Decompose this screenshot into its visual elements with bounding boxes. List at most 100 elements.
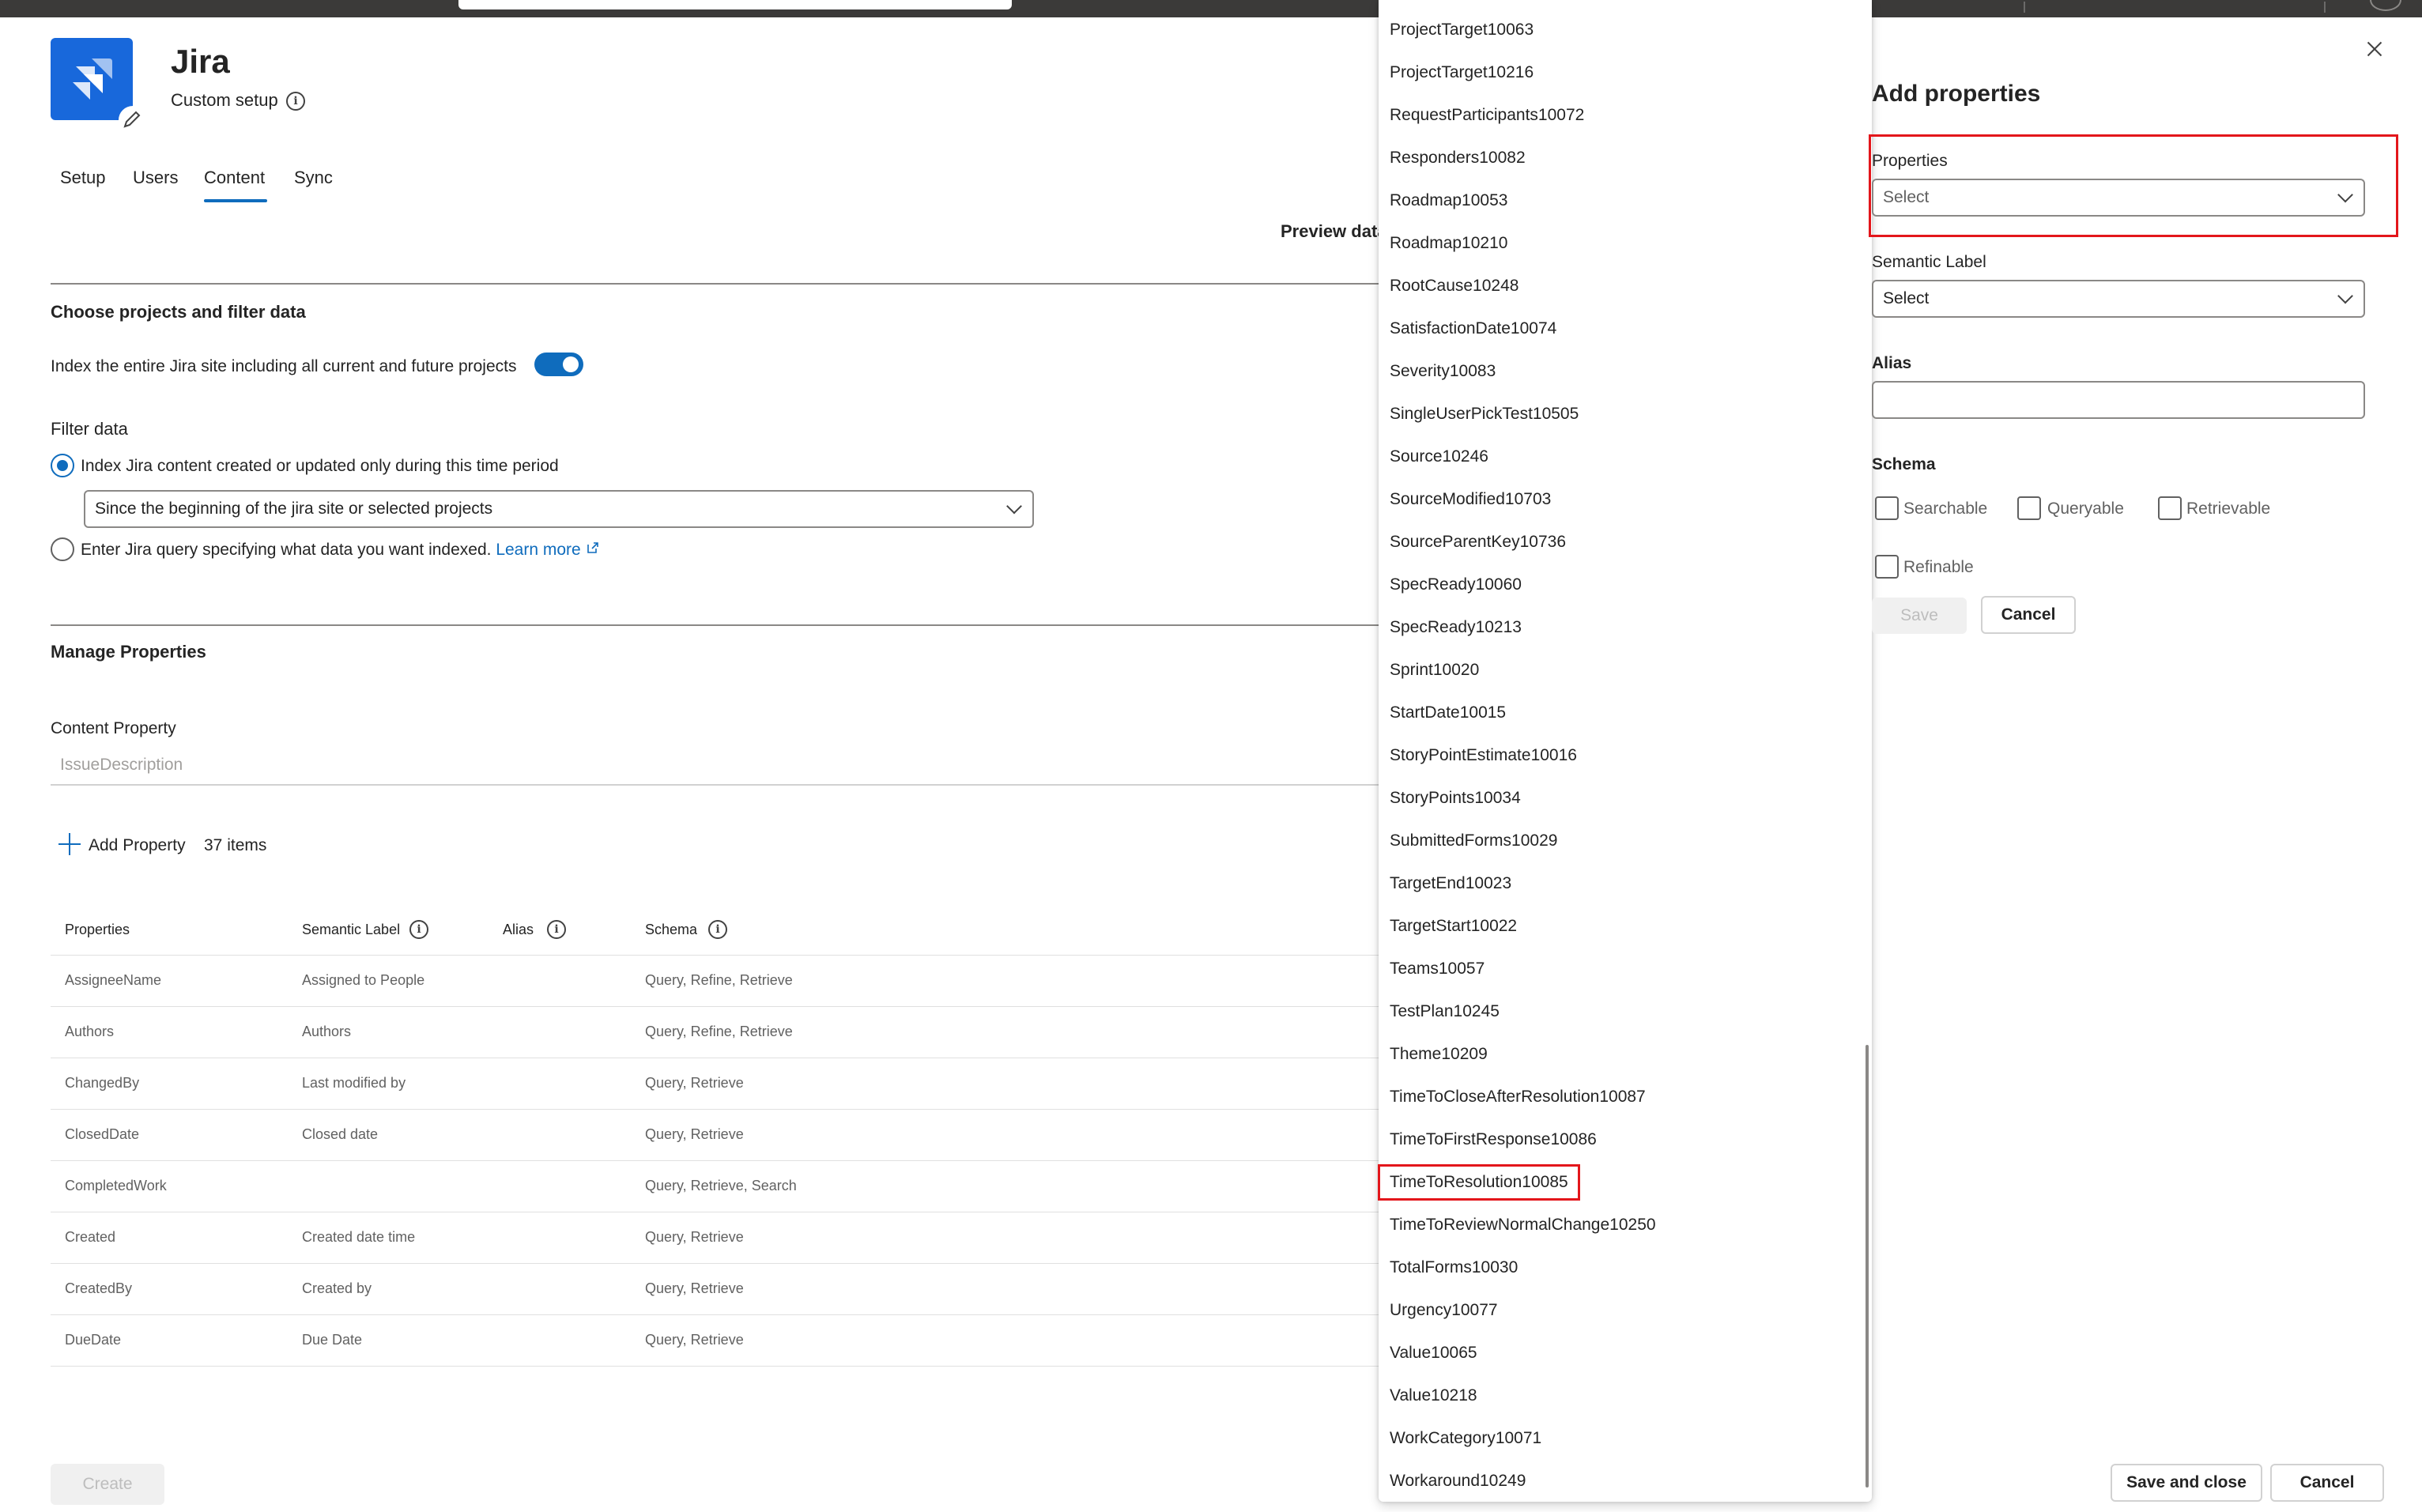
time-period-select[interactable]: Since the beginning of the jira site or … [84,490,1034,528]
dropdown-option[interactable]: SatisfactionDate10074 [1390,319,1556,338]
dropdown-option[interactable]: Roadmap10210 [1390,234,1507,253]
dropdown-option[interactable]: ProjectTarget10216 [1390,63,1534,82]
dropdown-option[interactable]: SpecReady10213 [1390,618,1522,637]
add-property-button[interactable]: Add Property [89,836,186,855]
row-schema: Query, Retrieve [645,1280,744,1296]
row-schema: Query, Retrieve [645,1126,744,1142]
radio-jira-query[interactable] [51,537,74,561]
content-property-label: Content Property [51,719,176,737]
dropdown-option[interactable]: RootCause10248 [1390,277,1518,296]
dropdown-option[interactable]: TimeToResolution10085 [1378,1164,1580,1201]
properties-dropdown-list[interactable]: ProjectTarget10063 ProjectTarget10216 Requ… [1378,0,1872,1502]
searchable-checkbox[interactable] [1875,496,1899,520]
table-header-divider [51,955,1379,956]
alias-input[interactable] [1872,381,2365,419]
app-subtitle: Custom setup [171,90,278,110]
row-property: Authors [65,1024,115,1039]
row-schema: Query, Retrieve, Search [645,1178,797,1193]
create-button[interactable]: Create [51,1464,164,1505]
radio-time-period[interactable] [51,454,74,477]
column-header-schema[interactable]: Schema [645,922,697,938]
cancel-button[interactable]: Cancel [1981,596,2076,634]
dropdown-option[interactable]: Severity10083 [1390,362,1496,381]
semantic-label-select-value: Select [1883,289,1930,307]
column-header-alias[interactable]: Alias [503,922,534,938]
dropdown-option[interactable]: Value10065 [1390,1344,1477,1363]
close-icon[interactable] [2364,38,2386,60]
save-and-close-button[interactable]: Save and close [2111,1464,2262,1502]
preview-data-button[interactable]: Preview data [1281,221,1387,242]
time-period-select-value: Since the beginning of the jira site or … [95,500,493,518]
alias-label: Alias [1872,354,1912,372]
dropdown-option[interactable]: TimeToReviewNormalChange10250 [1390,1216,1656,1235]
avatar[interactable] [2370,0,2401,11]
index-entire-toggle[interactable] [534,353,583,376]
row-property: Created [65,1229,116,1245]
dropdown-option[interactable]: TimeToFirstResponse10086 [1390,1130,1597,1149]
queryable-checkbox[interactable] [2017,496,2041,520]
dropdown-option[interactable]: SingleUserPickTest10505 [1390,405,1579,424]
global-search-box[interactable] [458,0,1012,9]
footer-cancel-button[interactable]: Cancel [2270,1464,2384,1502]
tab-content[interactable]: Content [204,168,265,188]
table-row-divider [51,1314,1379,1315]
tab-sync[interactable]: Sync [294,168,333,188]
dropdown-option[interactable]: SourceParentKey10736 [1390,533,1566,552]
semantic-label-select[interactable]: Select [1872,280,2365,318]
dropdown-option[interactable]: StoryPoints10034 [1390,789,1521,808]
dropdown-option[interactable]: Roadmap10053 [1390,191,1507,210]
tab-users[interactable]: Users [133,168,178,188]
row-property: ClosedDate [65,1126,140,1142]
edit-logo-button[interactable] [119,106,147,134]
dropdown-option[interactable]: Teams10057 [1390,960,1485,978]
table-row-divider [51,1366,1379,1367]
dropdown-option[interactable]: SpecReady10060 [1390,575,1522,594]
info-icon[interactable]: i [286,92,305,111]
dropdown-option[interactable]: Source10246 [1390,447,1488,466]
chevron-down-icon [2337,187,2353,203]
dropdown-option[interactable]: SourceModified10703 [1390,490,1551,509]
row-semantic-label: Last modified by [302,1075,406,1091]
content-property-input: IssueDescription [51,746,1379,786]
dropdown-option[interactable]: TargetEnd10023 [1390,874,1511,893]
save-button[interactable]: Save [1872,598,1967,634]
info-icon[interactable]: i [409,920,428,939]
row-property: ChangedBy [65,1075,140,1091]
info-icon[interactable]: i [547,920,566,939]
dropdown-option[interactable]: RequestParticipants10072 [1390,106,1584,125]
properties-select-placeholder: Select [1883,188,1930,206]
dropdown-option[interactable]: Responders10082 [1390,149,1526,168]
dropdown-option[interactable]: TestPlan10245 [1390,1002,1500,1021]
dropdown-option[interactable]: SubmittedForms10029 [1390,831,1557,850]
learn-more-link[interactable]: Learn more [496,541,580,559]
dropdown-option[interactable]: Theme10209 [1390,1045,1488,1064]
refinable-checkbox[interactable] [1875,555,1899,579]
active-tab-indicator [204,199,267,202]
dropdown-option[interactable]: Workaround10249 [1390,1472,1526,1491]
topbar-divider [2024,2,2025,13]
dropdown-option[interactable]: TotalForms10030 [1390,1258,1518,1277]
row-semantic-label: Due Date [302,1332,363,1348]
info-icon[interactable]: i [708,920,727,939]
dropdown-option[interactable]: Value10218 [1390,1386,1477,1405]
dropdown-option[interactable]: WorkCategory10071 [1390,1429,1541,1448]
dropdown-option[interactable]: StoryPointEstimate10016 [1390,746,1577,765]
dropdown-option[interactable]: StartDate10015 [1390,703,1506,722]
properties-select[interactable]: Select [1872,179,2365,217]
retrievable-checkbox[interactable] [2158,496,2182,520]
table-row-divider [51,1109,1379,1110]
radio-time-period-label: Index Jira content created or updated on… [81,457,559,475]
content-property-value: IssueDescription [60,756,183,774]
dropdown-option[interactable]: TimeToCloseAfterResolution10087 [1390,1088,1646,1107]
column-header-semantic-label[interactable]: Semantic Label [302,922,400,938]
dropdown-option[interactable]: ProjectTarget10063 [1390,21,1534,40]
add-icon[interactable] [58,833,81,855]
tab-setup[interactable]: Setup [60,168,106,188]
dropdown-option[interactable]: TargetStart10022 [1390,917,1517,936]
dropdown-option[interactable]: Urgency10077 [1390,1301,1498,1320]
row-schema: Query, Retrieve [645,1229,744,1245]
column-header-properties[interactable]: Properties [65,922,130,938]
scrollbar-thumb[interactable] [1866,1045,1869,1487]
retrievable-label: Retrievable [2186,500,2271,518]
dropdown-option[interactable]: Sprint10020 [1390,661,1479,680]
